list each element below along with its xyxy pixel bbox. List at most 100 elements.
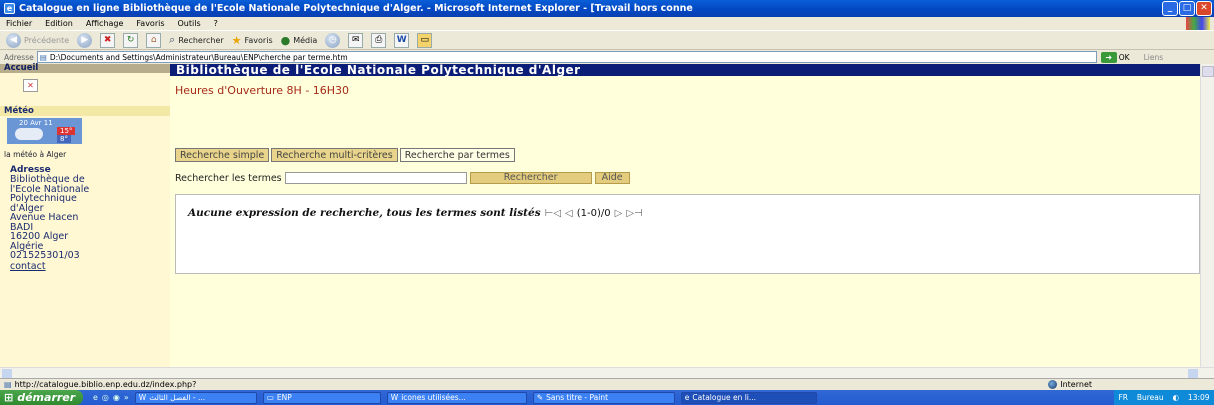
system-tray: FR Bureau ◐ 13:09 bbox=[1114, 390, 1214, 405]
quicklaunch-ie-icon[interactable]: e bbox=[93, 393, 98, 402]
print-icon[interactable]: ⎙ bbox=[371, 32, 387, 48]
scroll-left-arrow-icon[interactable] bbox=[2, 369, 12, 378]
temp-high: 15° bbox=[57, 127, 76, 135]
menu-fichier[interactable]: Fichier bbox=[6, 19, 32, 28]
horizontal-scrollbar[interactable] bbox=[0, 367, 1214, 378]
sidebar-accueil-header[interactable]: Accueil bbox=[0, 64, 170, 73]
home-icon[interactable]: ⌂ bbox=[146, 32, 162, 48]
windows-flag-icon: ⊞ bbox=[4, 391, 14, 404]
menu-edition[interactable]: Edition bbox=[45, 19, 73, 28]
forward-arrow-icon[interactable]: ▶ bbox=[77, 32, 93, 48]
tab-multi-criteria[interactable]: Recherche multi-critères bbox=[271, 148, 398, 162]
sidebar: Accueil ✕ Météo 20 Avr 11 15° 8° la mété… bbox=[0, 64, 170, 367]
meteo-link[interactable]: la météo à Alger bbox=[4, 150, 170, 159]
ie-icon: e bbox=[684, 393, 690, 402]
language-indicator[interactable]: FR bbox=[1118, 393, 1128, 402]
favorites-button[interactable]: ★ Favoris bbox=[232, 34, 273, 47]
address-url: D:\Documents and Settings\Administrateur… bbox=[49, 52, 348, 62]
weather-widget[interactable]: 20 Avr 11 15° 8° bbox=[7, 118, 82, 144]
minimize-button[interactable]: _ bbox=[1162, 1, 1178, 16]
history-icon[interactable]: ◷ bbox=[325, 32, 341, 48]
back-arrow-icon: ◀ bbox=[6, 32, 21, 48]
scroll-up-arrow-icon[interactable] bbox=[1202, 66, 1214, 77]
opening-hours: Heures d'Ouverture 8H - 16H30 bbox=[175, 84, 350, 97]
quicklaunch-outlook-icon[interactable]: ◎ bbox=[102, 393, 109, 402]
search-tabs: Recherche simple Recherche multi-critère… bbox=[175, 148, 515, 162]
task-enp-folder[interactable]: ▭ ENP bbox=[262, 391, 381, 404]
search-terms-input[interactable] bbox=[284, 172, 467, 184]
word-icon[interactable]: W bbox=[394, 32, 410, 48]
search-label: Rechercher bbox=[178, 35, 224, 45]
start-button[interactable]: ⊞ démarrer bbox=[0, 390, 83, 405]
task-label: icones utilisées... bbox=[401, 393, 466, 402]
scroll-right-arrow-icon[interactable] bbox=[1188, 369, 1198, 378]
weather-date: 20 Avr 11 bbox=[19, 119, 53, 127]
media-button[interactable]: ● Média bbox=[281, 34, 318, 47]
temp-low: 8° bbox=[57, 135, 71, 143]
results-panel: Aucune expression de recherche, tous les… bbox=[175, 194, 1200, 274]
back-button[interactable]: ◀ Précédente bbox=[6, 32, 69, 48]
broken-image-icon: ✕ bbox=[23, 79, 38, 92]
status-bar: ▤ http://catalogue.biblio.enp.edu.dz/ind… bbox=[0, 378, 1214, 390]
task-label: الفصل الثالث - ... bbox=[149, 393, 206, 402]
quick-launch: e ◎ ◉ » bbox=[93, 393, 129, 402]
close-button[interactable]: ✕ bbox=[1196, 1, 1212, 16]
address-input[interactable]: ▤ D:\Documents and Settings\Administrate… bbox=[36, 51, 1097, 63]
page-viewport: Accueil ✕ Météo 20 Avr 11 15° 8° la mété… bbox=[0, 64, 1214, 367]
task-label: Catalogue en li... bbox=[692, 393, 757, 402]
task-paint[interactable]: ✎ Sans titre - Paint bbox=[532, 391, 675, 404]
results-message-row: Aucune expression de recherche, tous les… bbox=[188, 207, 643, 219]
help-button[interactable]: Aide bbox=[594, 172, 630, 184]
go-button[interactable]: ➜ OK bbox=[1100, 51, 1130, 63]
go-label: OK bbox=[1118, 52, 1130, 62]
go-arrow-icon: ➜ bbox=[1100, 51, 1117, 63]
refresh-icon[interactable]: ↻ bbox=[123, 32, 139, 48]
star-icon: ★ bbox=[231, 33, 242, 47]
task-icones-doc[interactable]: W icones utilisées... bbox=[386, 391, 527, 404]
chevron-right-icon[interactable]: » bbox=[124, 393, 129, 402]
page-icon: ▤ bbox=[39, 52, 47, 62]
windows-taskbar: ⊞ démarrer e ◎ ◉ » W الفصل الثالث - ... … bbox=[0, 390, 1214, 405]
task-catalogue-ie[interactable]: e Catalogue en li... bbox=[680, 391, 817, 404]
word-icon: W bbox=[390, 393, 399, 402]
search-button[interactable]: ⌕ Rechercher bbox=[169, 33, 223, 47]
folder-icon[interactable]: ▭ bbox=[417, 32, 433, 48]
menu-affichage[interactable]: Affichage bbox=[86, 19, 124, 28]
window-controls: _ □ ✕ bbox=[1162, 1, 1212, 16]
menu-help[interactable]: ? bbox=[214, 19, 218, 28]
menu-favoris[interactable]: Favoris bbox=[136, 19, 164, 28]
window-titlebar: e Catalogue en ligne Bibliothèque de l'E… bbox=[0, 0, 1214, 17]
browser-toolbar: ◀ Précédente ▶ ✖ ↻ ⌂ ⌕ Rechercher ★ Favo… bbox=[0, 30, 1214, 50]
security-zone: Internet bbox=[1048, 380, 1092, 389]
last-page-icon[interactable]: ▷⊣ bbox=[626, 208, 642, 219]
volume-icon[interactable]: ◐ bbox=[1173, 393, 1180, 402]
first-page-icon[interactable]: ⊢◁ bbox=[545, 208, 561, 219]
tab-simple-search[interactable]: Recherche simple bbox=[175, 148, 270, 162]
results-counter: (1-0)/0 bbox=[576, 207, 611, 219]
search-submit-button[interactable]: Rechercher bbox=[469, 172, 592, 184]
menu-bar: Fichier Edition Affichage Favoris Outils… bbox=[0, 17, 1214, 30]
globe-icon bbox=[1048, 380, 1058, 389]
next-page-icon[interactable]: ▷ bbox=[615, 208, 623, 219]
task-word-doc[interactable]: W الفصل الثالث - ... bbox=[134, 391, 257, 404]
main-content: Bibliothèque de l'Ecole Nationale Polyte… bbox=[170, 64, 1200, 367]
vertical-scrollbar[interactable] bbox=[1200, 64, 1214, 367]
links-button[interactable]: Liens bbox=[1144, 53, 1164, 62]
contact-link[interactable]: contact bbox=[0, 261, 170, 272]
desktop-toolbar[interactable]: Bureau bbox=[1137, 393, 1164, 402]
stop-icon[interactable]: ✖ bbox=[100, 32, 116, 48]
task-label: Sans titre - Paint bbox=[546, 393, 609, 402]
clock: 13:09 bbox=[1187, 393, 1210, 402]
previous-page-icon[interactable]: ◁ bbox=[565, 208, 573, 219]
mail-icon[interactable]: ✉ bbox=[348, 32, 364, 48]
quicklaunch-media-icon[interactable]: ◉ bbox=[113, 393, 120, 402]
ie-icon: e bbox=[4, 3, 15, 14]
cloud-icon bbox=[15, 128, 43, 140]
start-label: démarrer bbox=[17, 391, 76, 404]
menu-outils[interactable]: Outils bbox=[178, 19, 201, 28]
maximize-button[interactable]: □ bbox=[1179, 1, 1195, 16]
window-title: Catalogue en ligne Bibliothèque de l'Eco… bbox=[19, 3, 693, 14]
tab-term-search[interactable]: Recherche par termes bbox=[399, 148, 515, 162]
windows-logo-icon bbox=[1186, 17, 1210, 30]
favorites-label: Favoris bbox=[244, 35, 273, 45]
